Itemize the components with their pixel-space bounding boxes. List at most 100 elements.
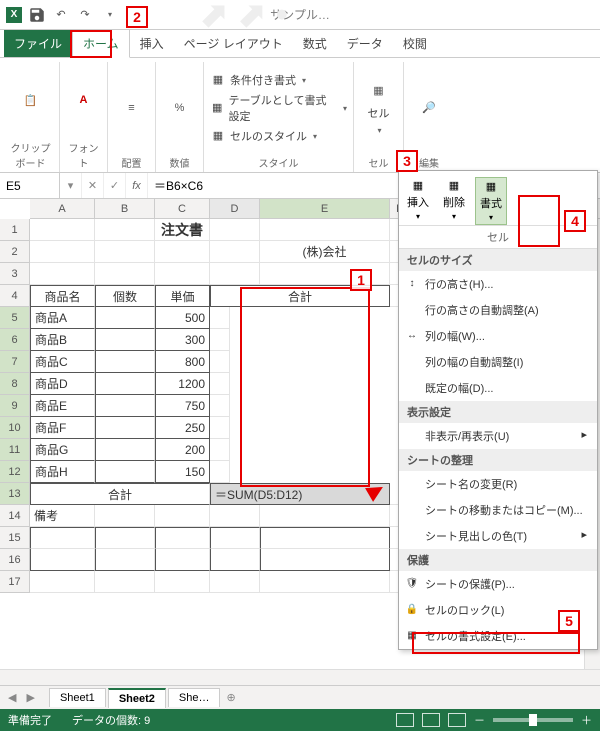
cell-A6[interactable]: 商品B [30, 329, 95, 351]
cell-D2[interactable] [210, 241, 260, 263]
sheet-tab-3[interactable]: She… [168, 688, 221, 707]
row-header-4[interactable]: 4 [0, 285, 29, 307]
cell-E15[interactable] [260, 527, 390, 549]
tab-home[interactable]: ホーム [72, 29, 130, 58]
col-header-D[interactable]: D [210, 199, 260, 218]
cell-B1[interactable] [95, 219, 155, 241]
cell-A16[interactable] [30, 549, 95, 571]
menu-default-width[interactable]: 既定の幅(D)... [399, 375, 597, 401]
cell-F7[interactable] [210, 351, 230, 373]
cell-C2[interactable] [155, 241, 210, 263]
sheet-tab-2[interactable]: Sheet2 [108, 688, 166, 708]
menu-rename-sheet[interactable]: シート名の変更(R) [399, 471, 597, 497]
cell-D1[interactable] [210, 219, 260, 241]
menu-row-height[interactable]: ↕行の高さ(H)... [399, 271, 597, 297]
alignment-button[interactable]: ≡ [117, 93, 147, 123]
clipboard-button[interactable]: 📋 [16, 85, 46, 115]
cell-C8[interactable]: 1200 [155, 373, 210, 395]
cell-B7[interactable] [95, 351, 155, 373]
cell-A3[interactable] [30, 263, 95, 285]
cell-D16[interactable] [210, 549, 260, 571]
col-header-E[interactable]: E [260, 199, 390, 218]
tab-pagelayout[interactable]: ページ レイアウト [174, 30, 293, 57]
cell-A11[interactable]: 商品G [30, 439, 95, 461]
menu-tab-color[interactable]: シート見出しの色(T)▸ [399, 523, 597, 549]
cell-D14[interactable] [210, 505, 260, 527]
menu-move-copy[interactable]: シートの移動またはコピー(M)... [399, 497, 597, 523]
enter-formula-icon[interactable]: ✓ [104, 173, 126, 198]
tab-insert[interactable]: 挿入 [130, 30, 174, 57]
cell-A13[interactable]: 合計 [30, 483, 210, 505]
view-normal-icon[interactable] [396, 713, 414, 727]
panel-delete-button[interactable]: ▦削除▾ [439, 177, 469, 225]
cell-B3[interactable] [95, 263, 155, 285]
menu-protect-sheet[interactable]: 🛡シートの保護(P)... [399, 571, 597, 597]
cell-C7[interactable]: 800 [155, 351, 210, 373]
cell-A17[interactable] [30, 571, 95, 593]
redo-icon[interactable]: ↷ [76, 6, 94, 24]
horizontal-scrollbar[interactable] [0, 669, 600, 685]
row-header-10[interactable]: 10 [0, 417, 29, 439]
table-format-button[interactable]: ▦テーブルとして書式設定 [210, 90, 347, 126]
cell-A10[interactable]: 商品F [30, 417, 95, 439]
cell-B14[interactable] [95, 505, 155, 527]
row-header-7[interactable]: 7 [0, 351, 29, 373]
cell-B5[interactable] [95, 307, 155, 329]
row-header-17[interactable]: 17 [0, 571, 29, 593]
cell-C12[interactable]: 150 [155, 461, 210, 483]
cell-C9[interactable]: 750 [155, 395, 210, 417]
tab-data[interactable]: データ [337, 30, 393, 57]
cell-F10[interactable] [210, 417, 230, 439]
row-header-9[interactable]: 9 [0, 395, 29, 417]
row-header-5[interactable]: 5 [0, 307, 29, 329]
cell-B9[interactable] [95, 395, 155, 417]
save-icon[interactable] [28, 6, 46, 24]
fx-icon[interactable]: fx [126, 173, 148, 198]
row-header-12[interactable]: 12 [0, 461, 29, 483]
qat-customize-icon[interactable] [100, 6, 118, 24]
cell-E16[interactable] [260, 549, 390, 571]
sheet-tab-1[interactable]: Sheet1 [49, 688, 106, 707]
cells-button[interactable]: ▦セル [364, 76, 394, 140]
sheet-nav-next[interactable]: ▶ [22, 691, 38, 704]
cell-C17[interactable] [155, 571, 210, 593]
cell-C16[interactable] [155, 549, 210, 571]
cell-B12[interactable] [95, 461, 155, 483]
cell-D13[interactable]: ＝SUM(D5:D12) [210, 483, 390, 505]
col-header-C[interactable]: C [155, 199, 210, 218]
cell-B16[interactable] [95, 549, 155, 571]
sheet-nav-prev[interactable]: ◀ [4, 691, 20, 704]
cell-A8[interactable]: 商品D [30, 373, 95, 395]
menu-autofit-col[interactable]: 列の幅の自動調整(I) [399, 349, 597, 375]
cell-F5[interactable] [210, 307, 230, 329]
row-header-13[interactable]: 13 [0, 483, 29, 505]
row-header-6[interactable]: 6 [0, 329, 29, 351]
cell-C11[interactable]: 200 [155, 439, 210, 461]
tab-formulas[interactable]: 数式 [293, 30, 337, 57]
cell-B6[interactable] [95, 329, 155, 351]
cell-E17[interactable] [260, 571, 390, 593]
row-header-2[interactable]: 2 [0, 241, 29, 263]
cell-C14[interactable] [155, 505, 210, 527]
cell-E2[interactable]: (株)会社 [260, 241, 390, 263]
cell-B11[interactable] [95, 439, 155, 461]
cell-B2[interactable] [95, 241, 155, 263]
tab-file[interactable]: ファイル [4, 30, 72, 57]
cell-D3[interactable] [210, 263, 260, 285]
cell-C15[interactable] [155, 527, 210, 549]
cell-C5[interactable]: 500 [155, 307, 210, 329]
cell-B10[interactable] [95, 417, 155, 439]
cell-A2[interactable] [30, 241, 95, 263]
cell-A12[interactable]: 商品H [30, 461, 95, 483]
cell-B17[interactable] [95, 571, 155, 593]
cancel-formula-icon[interactable]: ✕ [82, 173, 104, 198]
cell-E1[interactable] [260, 219, 390, 241]
menu-hide-unhide[interactable]: 非表示/再表示(U)▸ [399, 423, 597, 449]
cell-F6[interactable] [210, 329, 230, 351]
cell-styles-button[interactable]: ▦セルのスタイル [210, 126, 317, 146]
row-header-3[interactable]: 3 [0, 263, 29, 285]
cell-A4[interactable]: 商品名 [30, 285, 95, 307]
tab-review[interactable]: 校閲 [393, 30, 437, 57]
cell-A15[interactable] [30, 527, 95, 549]
cell-A7[interactable]: 商品C [30, 351, 95, 373]
